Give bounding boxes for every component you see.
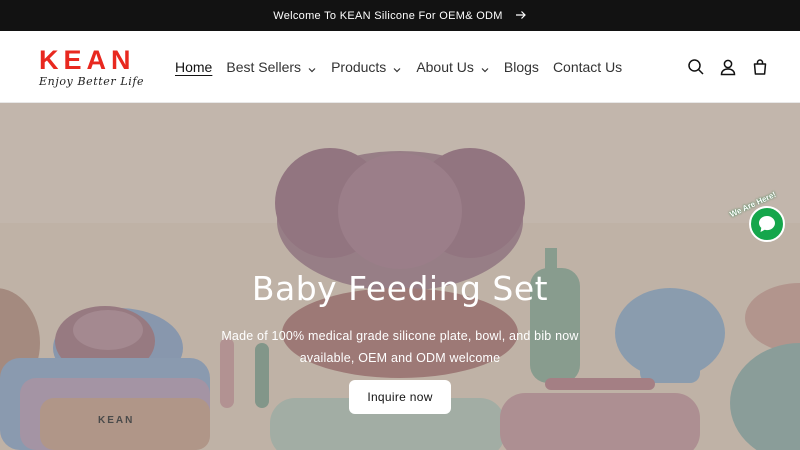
nav-item-label: Products (331, 59, 387, 75)
logo-brand: KEAN (39, 45, 136, 75)
nav-item-contact-us[interactable]: Contact Us (546, 52, 629, 82)
nav-item-about-us[interactable]: About Us (409, 52, 497, 82)
bib-logo: KEAN (98, 415, 135, 426)
nav-item-products[interactable]: Products (324, 52, 409, 82)
search-icon[interactable] (686, 57, 706, 77)
chevron-down-icon (480, 62, 490, 73)
nav-item-best-sellers[interactable]: Best Sellers (219, 52, 324, 82)
site-logo[interactable]: KEAN Enjoy Better Life (39, 47, 161, 91)
hero-subtitle: Made of 100% medical grade silicone plat… (221, 329, 579, 365)
account-icon[interactable] (718, 57, 738, 77)
inquire-now-button[interactable]: Inquire now (349, 380, 451, 414)
chat-widget[interactable]: We Are Here! (728, 190, 786, 246)
nav-item-label: Contact Us (552, 59, 623, 75)
header-icons (686, 31, 770, 103)
nav-item-blogs[interactable]: Blogs (497, 52, 546, 82)
cart-icon[interactable] (750, 57, 770, 77)
arrow-right-icon[interactable] (515, 9, 527, 23)
announcement-bar[interactable]: Welcome To KEAN Silicone For OEM& ODM (0, 0, 800, 31)
nav-item-label: Best Sellers (226, 59, 302, 75)
announcement-text[interactable]: Welcome To KEAN Silicone For OEM& ODM (273, 10, 503, 22)
nav-item-label: About Us (416, 59, 474, 75)
chat-bubble-icon[interactable] (749, 206, 785, 242)
nav-item-label: Blogs (503, 59, 539, 75)
hero-banner: KEAN Baby Feeding Set Made of 100% medic… (0, 103, 800, 450)
site-header: KEAN Enjoy Better Life Home Best Sellers… (0, 31, 800, 103)
nav-item-home[interactable]: Home (168, 52, 219, 82)
chevron-down-icon (307, 62, 317, 73)
logo-tagline: Enjoy Better Life (39, 75, 145, 88)
hero-title: Baby Feeding Set (251, 269, 549, 308)
chevron-down-icon (392, 62, 402, 73)
main-nav: Home Best Sellers Products About Us Blog… (168, 31, 629, 103)
nav-item-label: Home (175, 59, 213, 75)
